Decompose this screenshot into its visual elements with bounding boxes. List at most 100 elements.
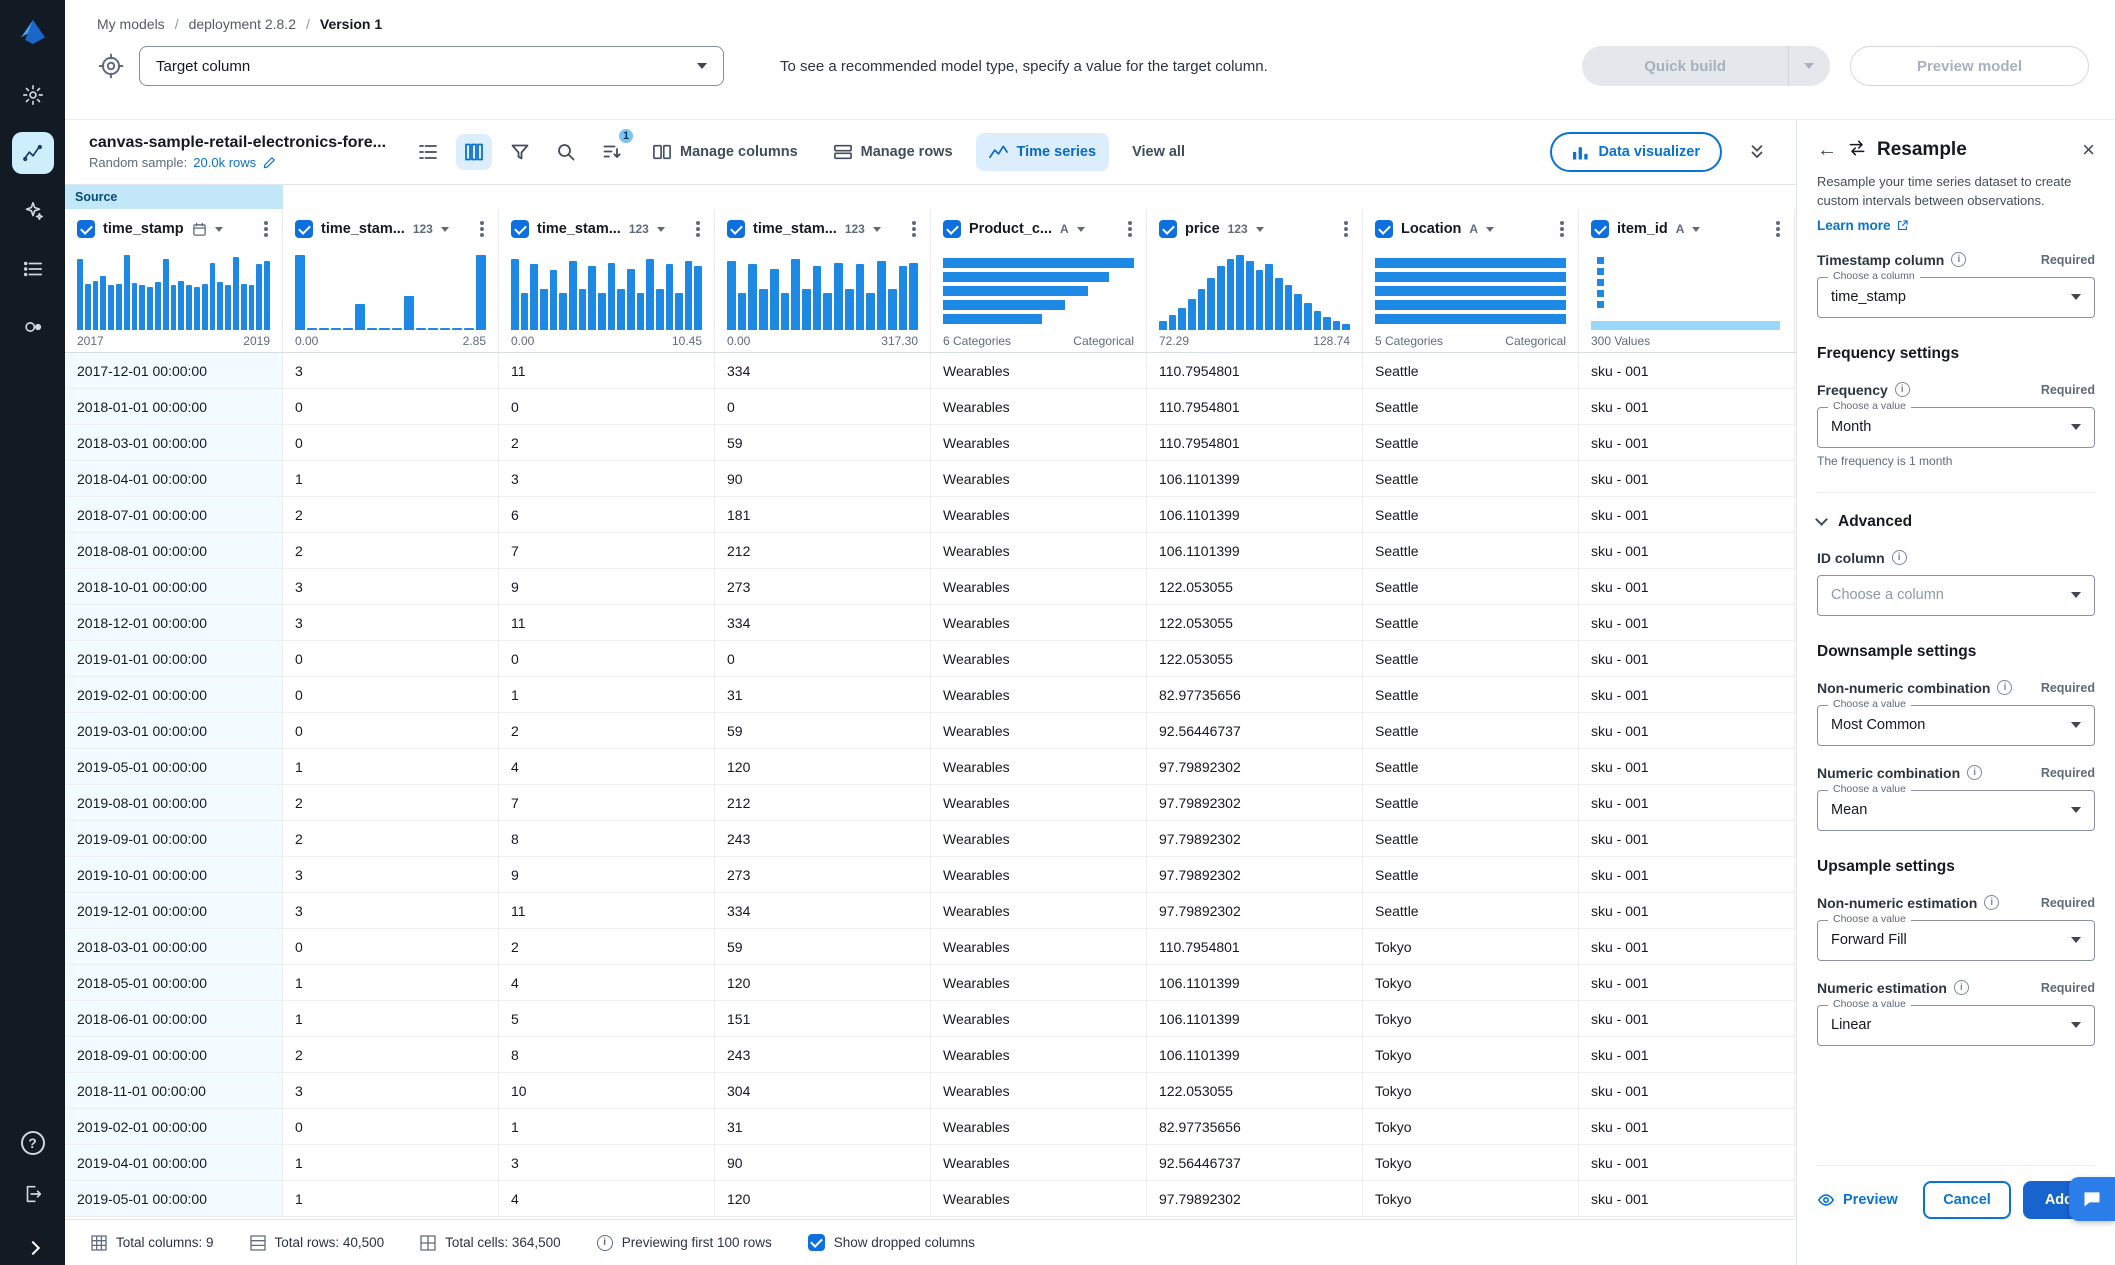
column-dropdown-chevron-icon[interactable]	[1692, 226, 1701, 232]
column-dropdown-chevron-icon[interactable]	[656, 226, 665, 232]
info-icon[interactable]: i	[1967, 765, 1983, 781]
table-row[interactable]: 2018-04-01 00:00:00 1 3 90 Wearables 106.1101…	[65, 461, 1796, 497]
table-row[interactable]: 2017-12-01 00:00:00 3 11 334 Wearables 110.79…	[65, 353, 1796, 389]
time-series-button[interactable]: Time series	[975, 133, 1110, 171]
table-row[interactable]: 2019-03-01 00:00:00 0 2 59 Wearables 92.56446…	[65, 713, 1796, 749]
sidebar-item-list[interactable]	[12, 248, 54, 290]
table-row[interactable]: 2018-06-01 00:00:00 1 5 151 Wearables 106.110…	[65, 1001, 1796, 1037]
column-kebab-icon[interactable]	[480, 227, 484, 231]
search-icon[interactable]	[548, 134, 584, 170]
table-row[interactable]: 2018-12-01 00:00:00 3 11 334 Wearables 122.05…	[65, 605, 1796, 641]
column-kebab-icon[interactable]	[912, 227, 916, 231]
sort-icon[interactable]: 1	[594, 127, 636, 170]
info-icon[interactable]: i	[1894, 382, 1910, 398]
preview-button[interactable]: Preview	[1817, 1191, 1898, 1209]
column-dropdown-chevron-icon[interactable]	[1486, 226, 1495, 232]
column-view-icon[interactable]	[456, 134, 493, 170]
table-row[interactable]: 2018-01-01 00:00:00 0 0 0 Wearables 110.79548…	[65, 389, 1796, 425]
table-row[interactable]: 2018-08-01 00:00:00 2 7 212 Wearables 106.110…	[65, 533, 1796, 569]
table-row[interactable]: 2019-05-01 00:00:00 1 4 120 Wearables 97.7989…	[65, 749, 1796, 785]
table-cell: Tokyo	[1363, 1145, 1579, 1180]
column-checkbox[interactable]	[1591, 220, 1609, 238]
column-dropdown-chevron-icon[interactable]	[214, 226, 223, 232]
column-dropdown-chevron-icon[interactable]	[1255, 226, 1264, 232]
chat-widget-button[interactable]	[2069, 1177, 2115, 1221]
table-row[interactable]: 2019-08-01 00:00:00 2 7 212 Wearables 97.7989…	[65, 785, 1796, 821]
sidebar-expand-icon[interactable]	[25, 1240, 40, 1256]
column-checkbox[interactable]	[511, 220, 529, 238]
table-row[interactable]: 2018-07-01 00:00:00 2 6 181 Wearables 106.110…	[65, 497, 1796, 533]
edit-pencil-icon[interactable]	[262, 156, 276, 170]
column-dropdown-chevron-icon[interactable]	[440, 226, 449, 232]
table-row[interactable]: 2018-10-01 00:00:00 3 9 273 Wearables 122.053…	[65, 569, 1796, 605]
cancel-button[interactable]: Cancel	[1923, 1181, 2011, 1219]
column-checkbox[interactable]	[943, 220, 961, 238]
sidebar-item-automations[interactable]	[12, 190, 54, 232]
target-column-select[interactable]: Target column	[139, 46, 724, 86]
sign-out-icon[interactable]	[12, 1173, 54, 1215]
table-row[interactable]: 2019-09-01 00:00:00 2 8 243 Wearables 97.7989…	[65, 821, 1796, 857]
select-non-numeric-combination[interactable]: Choose a value Most Common	[1817, 697, 2095, 746]
filter-icon[interactable]	[502, 134, 538, 170]
column-kebab-icon[interactable]	[1128, 227, 1132, 231]
info-icon[interactable]: i	[1984, 895, 2000, 911]
column-checkbox[interactable]	[1375, 220, 1393, 238]
quick-build-dropdown-button[interactable]	[1787, 46, 1830, 86]
info-icon[interactable]: i	[1891, 550, 1907, 566]
close-icon[interactable]: ×	[2082, 138, 2095, 161]
manage-columns-button[interactable]: Manage columns	[640, 133, 811, 171]
learn-more-link[interactable]: Learn more	[1817, 218, 1909, 233]
column-checkbox[interactable]	[77, 220, 95, 238]
table-row[interactable]: 2018-09-01 00:00:00 2 8 243 Wearables 106.110…	[65, 1037, 1796, 1073]
select-numeric-estimation[interactable]: Choose a value Linear	[1817, 997, 2095, 1046]
info-icon[interactable]: i	[1953, 980, 1969, 996]
select-frequency[interactable]: Choose a value Month	[1817, 399, 2095, 448]
column-checkbox[interactable]	[1159, 220, 1177, 238]
list-view-icon[interactable]	[410, 134, 446, 170]
table-row[interactable]: 2019-04-01 00:00:00 1 3 90 Wearables 92.56446…	[65, 1145, 1796, 1181]
breadcrumb-deployment[interactable]: deployment 2.8.2	[189, 16, 296, 32]
select-non-numeric-estimation[interactable]: Choose a value Forward Fill	[1817, 912, 2095, 961]
info-icon[interactable]: i	[1951, 252, 1967, 268]
column-kebab-icon[interactable]	[264, 227, 268, 231]
manage-rows-button[interactable]: Manage rows	[821, 133, 966, 171]
table-row[interactable]: 2019-01-01 00:00:00 0 0 0 Wearables 122.05305…	[65, 641, 1796, 677]
select-id-column[interactable]: Choose a column	[1817, 574, 2095, 616]
column-kebab-icon[interactable]	[1560, 227, 1564, 231]
sidebar-item-datasets[interactable]	[12, 306, 54, 348]
advanced-toggle[interactable]: Advanced	[1815, 513, 2095, 531]
table-row[interactable]: 2018-03-01 00:00:00 0 2 59 Wearables 110.7954…	[65, 929, 1796, 965]
table-row[interactable]: 2018-05-01 00:00:00 1 4 120 Wearables 106.110…	[65, 965, 1796, 1001]
histogram-plot	[1375, 255, 1566, 330]
table-row[interactable]: 2018-03-01 00:00:00 0 2 59 Wearables 110.7954…	[65, 425, 1796, 461]
table-row[interactable]: 2019-02-01 00:00:00 0 1 31 Wearables 82.97735…	[65, 677, 1796, 713]
column-dropdown-chevron-icon[interactable]	[872, 226, 881, 232]
column-checkbox[interactable]	[727, 220, 745, 238]
data-visualizer-button[interactable]: Data visualizer	[1550, 132, 1722, 172]
info-icon[interactable]: i	[1997, 680, 2013, 696]
collapse-double-chevron-icon[interactable]	[1738, 133, 1776, 171]
help-icon[interactable]: ?	[20, 1131, 45, 1155]
show-dropped-checkbox[interactable]	[807, 1234, 825, 1251]
back-arrow-icon[interactable]: ←	[1817, 140, 1837, 160]
table-row[interactable]: 2019-05-01 00:00:00 1 4 120 Wearables 97.7989…	[65, 1181, 1796, 1217]
breadcrumb-my-models[interactable]: My models	[97, 16, 165, 32]
sidebar-item-settings[interactable]	[12, 74, 54, 116]
table-row[interactable]: 2019-02-01 00:00:00 0 1 31 Wearables 82.97735…	[65, 1109, 1796, 1145]
table-row[interactable]: 2019-10-01 00:00:00 3 9 273 Wearables 97.7989…	[65, 857, 1796, 893]
table-row[interactable]: 2018-11-01 00:00:00 3 10 304 Wearables 122.05…	[65, 1073, 1796, 1109]
column-dropdown-chevron-icon[interactable]	[1076, 226, 1085, 232]
sidebar-item-models[interactable]	[11, 132, 54, 174]
select-numeric-combination[interactable]: Choose a value Mean	[1817, 782, 2095, 831]
quick-build-button[interactable]: Quick build	[1582, 46, 1788, 86]
view-all-button[interactable]: View all	[1119, 133, 1198, 171]
column-checkbox[interactable]	[295, 220, 313, 238]
column-kebab-icon[interactable]	[696, 227, 700, 231]
preview-model-button[interactable]: Preview model	[1849, 46, 2089, 86]
app-logo-icon[interactable]	[15, 14, 51, 50]
table-row[interactable]: 2019-12-01 00:00:00 3 11 334 Wearables 97.798…	[65, 893, 1796, 929]
column-kebab-icon[interactable]	[1776, 227, 1780, 231]
column-kebab-icon[interactable]	[1344, 227, 1348, 231]
select-timestamp-column[interactable]: Choose a column time_stamp	[1817, 269, 2095, 318]
random-sample-value[interactable]: 20.0k rows	[193, 155, 256, 170]
